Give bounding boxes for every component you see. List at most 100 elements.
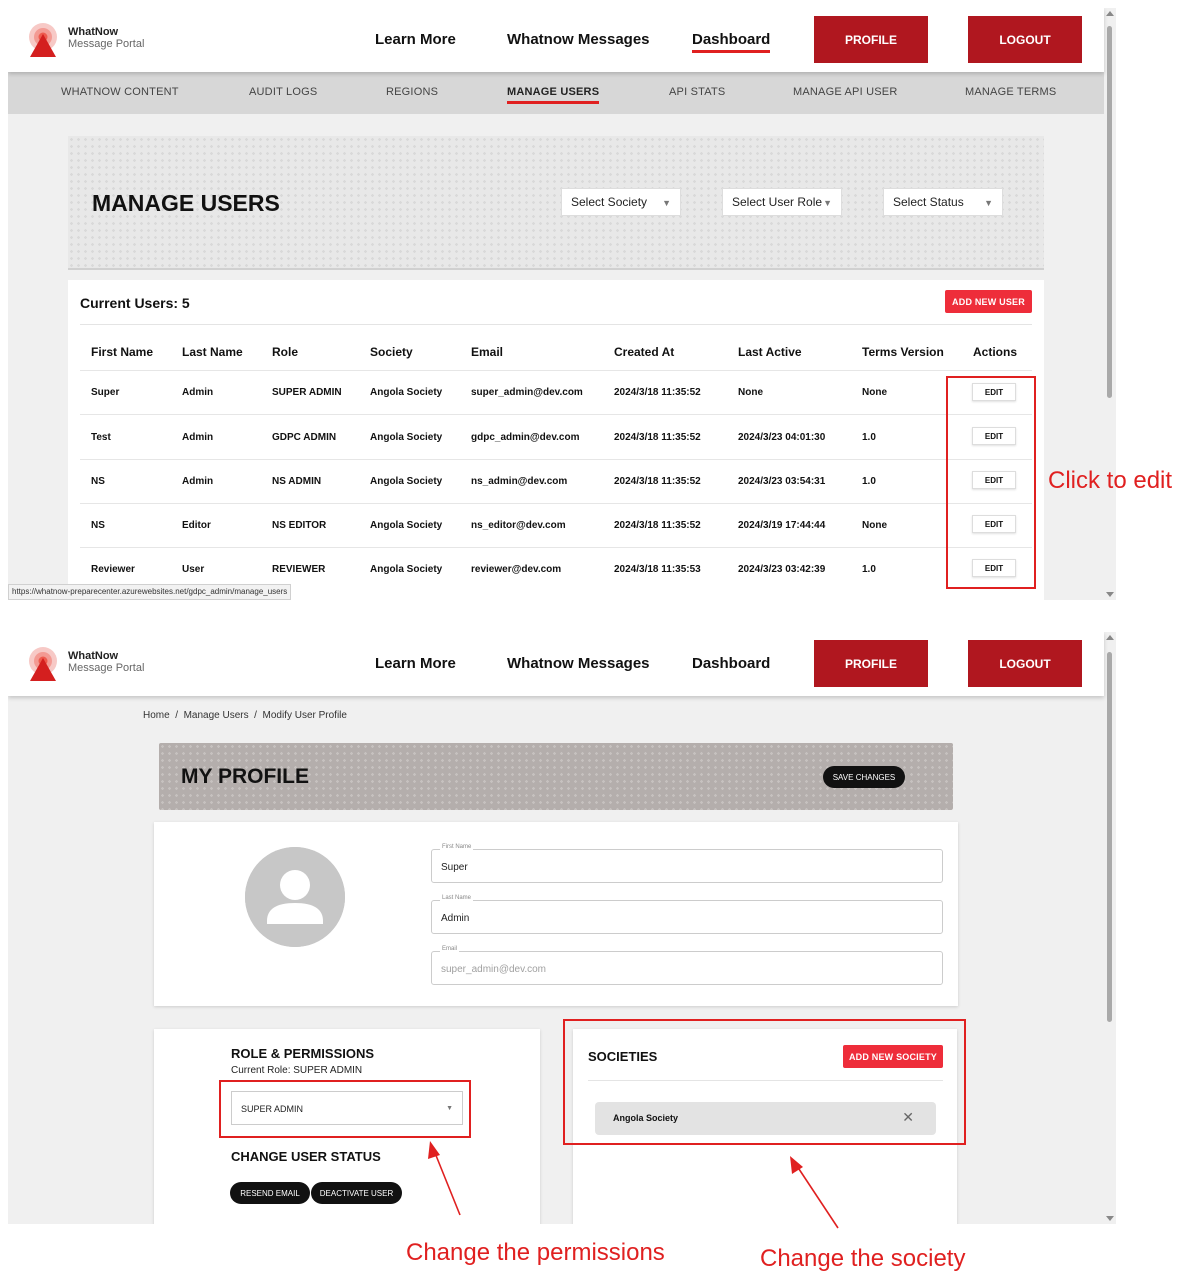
deactivate-user-button[interactable]: DEACTIVATE USER (311, 1182, 402, 1204)
scroll-up-icon[interactable] (1106, 635, 1114, 640)
cell-last-active: 2024/3/23 03:54:31 (738, 476, 826, 487)
scrollbar-thumb[interactable] (1107, 26, 1112, 398)
whatnow-logo-icon (29, 23, 57, 57)
col-header-created-at[interactable]: Created At (614, 345, 674, 359)
scroll-down-icon[interactable] (1106, 1216, 1114, 1221)
browser-status-url: https://whatnow-preparecenter.azurewebsi… (8, 584, 292, 600)
nav-dashboard[interactable]: Dashboard (692, 31, 771, 53)
cell-role: NS ADMIN (272, 476, 322, 487)
edit-buttons-highlight-box (946, 376, 1036, 589)
subnav-audit-logs[interactable]: AUDIT LOGS (249, 86, 317, 98)
subnav-manage-api-user[interactable]: MANAGE API USER (793, 86, 897, 98)
cell-first-name: NS (91, 520, 105, 531)
col-header-role[interactable]: Role (272, 345, 298, 359)
col-header-actions: Actions (973, 345, 1018, 359)
profile-button[interactable]: PROFILE (814, 16, 928, 63)
last-name-field[interactable]: Last Name Admin (431, 895, 943, 934)
col-header-email[interactable]: Email (471, 345, 503, 359)
users-table-card: Current Users: 5 ADD NEW USER First Name… (68, 280, 1044, 600)
col-header-last-name[interactable]: Last Name (182, 345, 243, 359)
col-header-terms-version[interactable]: Terms Version (862, 345, 944, 359)
col-header-first-name[interactable]: First Name (91, 345, 153, 359)
cell-society: Angola Society (370, 432, 443, 443)
cell-first-name: Test (91, 432, 111, 443)
profile-button[interactable]: PROFILE (814, 640, 928, 687)
page-title: MANAGE USERS (92, 190, 280, 216)
cell-terms-version: 1.0 (862, 564, 876, 575)
subnav-whatnow-content[interactable]: WHATNOW CONTENT (61, 86, 179, 98)
divider (80, 459, 1032, 460)
cell-last-active: 2024/3/19 17:44:44 (738, 520, 826, 531)
nav-whatnow-messages[interactable]: Whatnow Messages (507, 655, 650, 672)
cell-created-at: 2024/3/18 11:35:53 (614, 564, 701, 575)
cell-email: super_admin@dev.com (471, 387, 583, 398)
subnav-manage-users[interactable]: MANAGE USERS (507, 86, 600, 104)
first-name-label: First Name (440, 844, 474, 850)
cell-terms-version: None (862, 520, 887, 531)
cell-email: reviewer@dev.com (471, 564, 562, 575)
brand-title: WhatNow (68, 650, 119, 662)
email-field[interactable]: Email super_admin@dev.com (431, 946, 943, 985)
cell-society: Angola Society (370, 520, 443, 531)
cell-last-name: Admin (182, 476, 214, 487)
role-permissions-title: ROLE & PERMISSIONS (231, 1046, 375, 1061)
whatnow-logo-icon (29, 647, 57, 681)
role-select-highlight-box (219, 1080, 471, 1138)
society-filter-label: Select Society (571, 195, 648, 209)
divider (80, 547, 1032, 548)
avatar-placeholder-icon (245, 847, 345, 947)
page-scrollbar[interactable] (1104, 632, 1116, 1224)
cell-first-name: Super (91, 387, 120, 398)
scrollbar-thumb[interactable] (1107, 652, 1112, 1022)
resend-email-button[interactable]: RESEND EMAIL (230, 1182, 310, 1204)
chevron-down-icon: ▼ (984, 198, 993, 208)
annotation-change-permissions: Change the permissions (406, 1239, 665, 1266)
cell-first-name: NS (91, 476, 105, 487)
breadcrumb[interactable]: Home / Manage Users / Modify User Profil… (143, 710, 347, 721)
annotation-change-society: Change the society (760, 1245, 966, 1272)
nav-whatnow-messages[interactable]: Whatnow Messages (507, 31, 650, 48)
cell-last-active: 2024/3/23 04:01:30 (738, 432, 826, 443)
save-changes-button[interactable]: SAVE CHANGES (823, 766, 905, 788)
col-header-society[interactable]: Society (370, 345, 413, 359)
subnav-regions[interactable]: REGIONS (386, 86, 438, 98)
email-label: Email (440, 946, 460, 952)
cell-created-at: 2024/3/18 11:35:52 (614, 520, 701, 531)
last-name-value: Admin (441, 913, 470, 924)
cell-created-at: 2024/3/18 11:35:52 (614, 387, 701, 398)
scroll-down-icon[interactable] (1106, 592, 1114, 597)
top-navigation-bar: WhatNow Message Portal Learn More Whatno… (8, 632, 1104, 696)
profile-details-card: First Name Super Last Name Admin Email s… (154, 822, 958, 1006)
scroll-up-icon[interactable] (1106, 11, 1114, 16)
status-filter-select[interactable]: Select Status ▼ (883, 188, 1003, 216)
cell-last-active: None (738, 387, 763, 398)
cell-terms-version: 1.0 (862, 432, 876, 443)
nav-learn-more[interactable]: Learn More (375, 31, 456, 48)
cell-society: Angola Society (370, 476, 443, 487)
divider (80, 370, 1032, 371)
first-name-field[interactable]: First Name Super (431, 844, 943, 883)
cell-role: REVIEWER (272, 564, 326, 575)
subnav-manage-terms[interactable]: MANAGE TERMS (965, 86, 1056, 98)
logout-button[interactable]: LOGOUT (968, 640, 1082, 687)
cell-last-name: Editor (182, 520, 211, 531)
brand-subtitle: Message Portal (68, 662, 145, 674)
logout-button[interactable]: LOGOUT (968, 16, 1082, 63)
last-name-label: Last Name (440, 895, 474, 901)
email-value: super_admin@dev.com (441, 964, 547, 975)
cell-role: SUPER ADMIN (272, 387, 342, 398)
page-scrollbar[interactable] (1104, 8, 1116, 600)
role-filter-label: Select User Role (732, 195, 823, 209)
society-filter-select[interactable]: Select Society ▼ (561, 188, 681, 216)
cell-last-active: 2024/3/23 03:42:39 (738, 564, 826, 575)
brand-subtitle: Message Portal (68, 38, 145, 50)
cell-terms-version: None (862, 387, 887, 398)
col-header-last-active[interactable]: Last Active (738, 345, 802, 359)
annotation-click-to-edit: Click to edit (1048, 467, 1173, 494)
nav-dashboard[interactable]: Dashboard (692, 655, 770, 672)
role-filter-select[interactable]: Select User Role ▼ (722, 188, 842, 216)
add-new-user-button[interactable]: ADD NEW USER (945, 290, 1032, 313)
subnav-api-stats[interactable]: API STATS (669, 86, 725, 98)
nav-learn-more[interactable]: Learn More (375, 655, 456, 672)
cell-last-name: Admin (182, 387, 214, 398)
